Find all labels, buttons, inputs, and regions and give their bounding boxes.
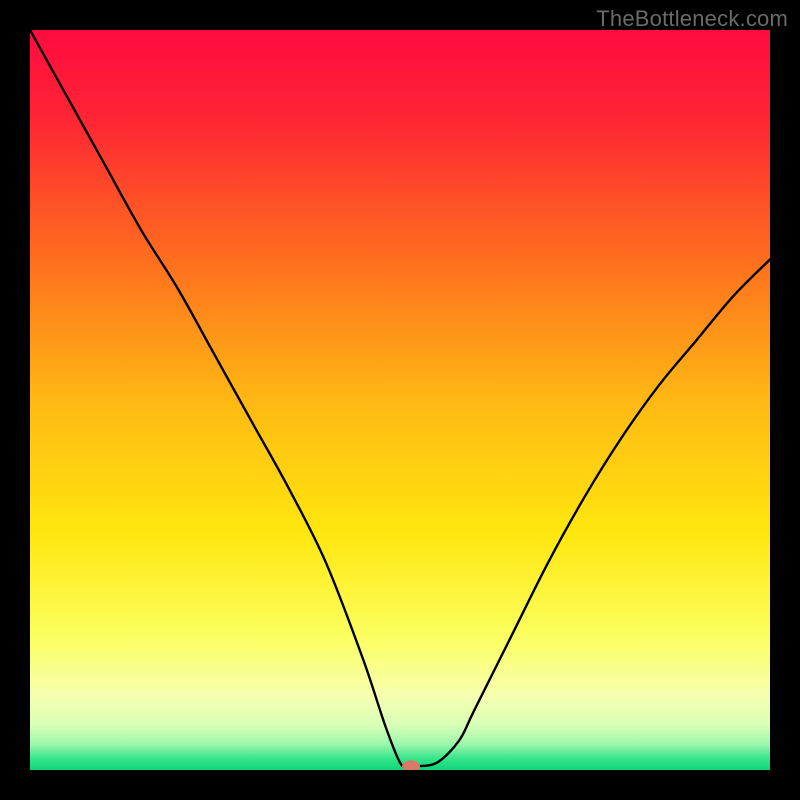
watermark-text: TheBottleneck.com [596, 6, 788, 32]
chart-frame: TheBottleneck.com [0, 0, 800, 800]
chart-background [30, 30, 770, 770]
bottleneck-chart [30, 30, 770, 770]
